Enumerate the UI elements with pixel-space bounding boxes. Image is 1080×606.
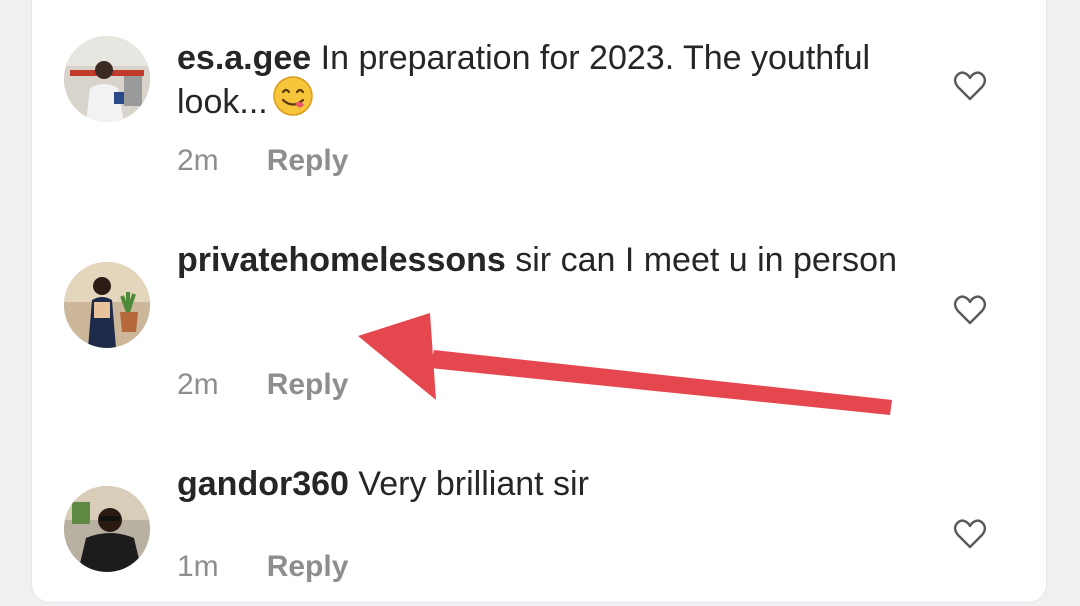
comments-panel: es.a.gee In preparation for 2023. The yo… — [32, 0, 1046, 602]
comment-body: sir can I meet u in person — [515, 241, 897, 279]
like-heart-icon[interactable] — [953, 70, 987, 102]
avatar[interactable] — [64, 262, 150, 348]
smiling-face-savoring-food-icon — [272, 75, 314, 128]
comment-timestamp: 2m — [177, 368, 219, 401]
comment-text: privatehomelessons sir can I meet u in p… — [177, 238, 897, 282]
comment-meta: 1m Reply — [177, 550, 348, 584]
comment-meta: 2m Reply — [177, 144, 348, 178]
reply-button[interactable]: Reply — [267, 550, 349, 583]
like-heart-icon[interactable] — [953, 294, 987, 326]
comment-username[interactable]: privatehomelessons — [177, 241, 506, 279]
reply-button[interactable]: Reply — [267, 368, 349, 401]
avatar[interactable] — [64, 36, 150, 122]
comment-text: es.a.gee In preparation for 2023. The yo… — [177, 36, 897, 128]
comment-body: Very brilliant sir — [358, 465, 589, 503]
comment-meta: 2m Reply — [177, 368, 348, 402]
reply-button[interactable]: Reply — [267, 144, 349, 177]
comment-timestamp: 1m — [177, 550, 219, 583]
comment-username[interactable]: gandor360 — [177, 465, 349, 503]
comment-text: gandor360 Very brilliant sir — [177, 462, 897, 506]
avatar[interactable] — [64, 486, 150, 572]
like-heart-icon[interactable] — [953, 518, 987, 550]
comment-timestamp: 2m — [177, 144, 219, 177]
comment-username[interactable]: es.a.gee — [177, 39, 311, 77]
